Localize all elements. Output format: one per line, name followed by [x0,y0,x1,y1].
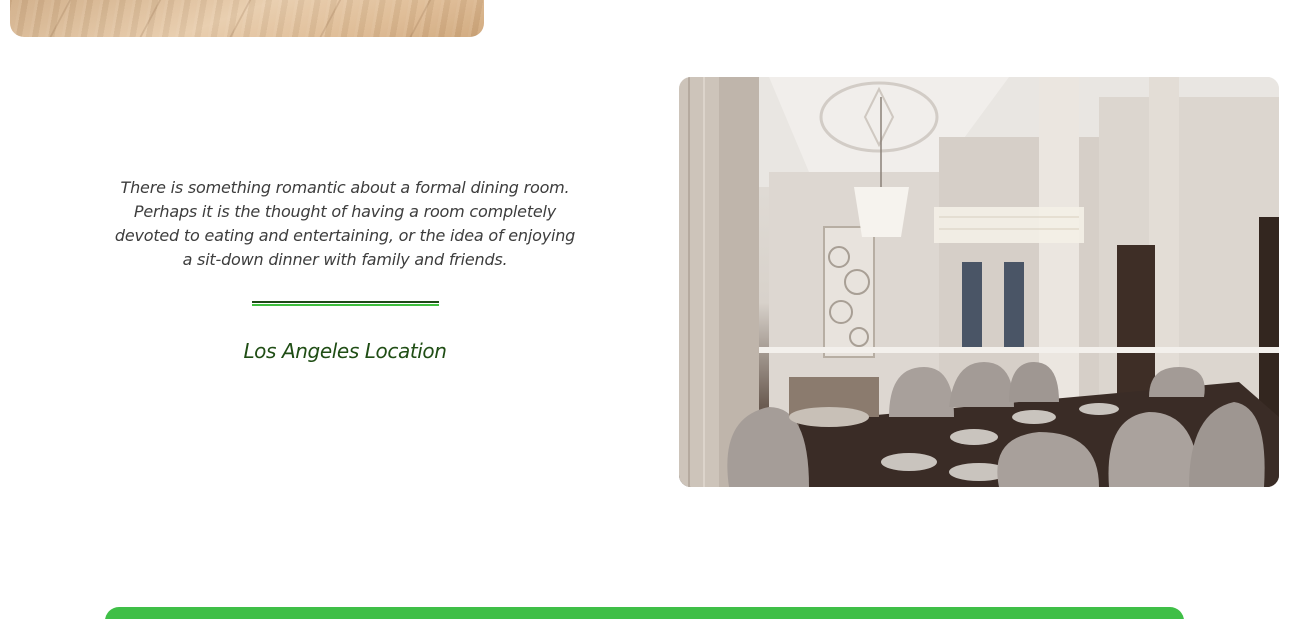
title-divider [251,301,439,306]
location-title: Los Angeles Location [243,339,447,363]
page: There is something romantic about a form… [0,0,1308,619]
location-description: There is something romantic about a form… [114,178,576,269]
wood-floor-image [10,0,484,37]
location-text-block: There is something romantic about a form… [100,176,590,363]
dining-room-image [679,77,1279,487]
green-banner [105,607,1184,619]
